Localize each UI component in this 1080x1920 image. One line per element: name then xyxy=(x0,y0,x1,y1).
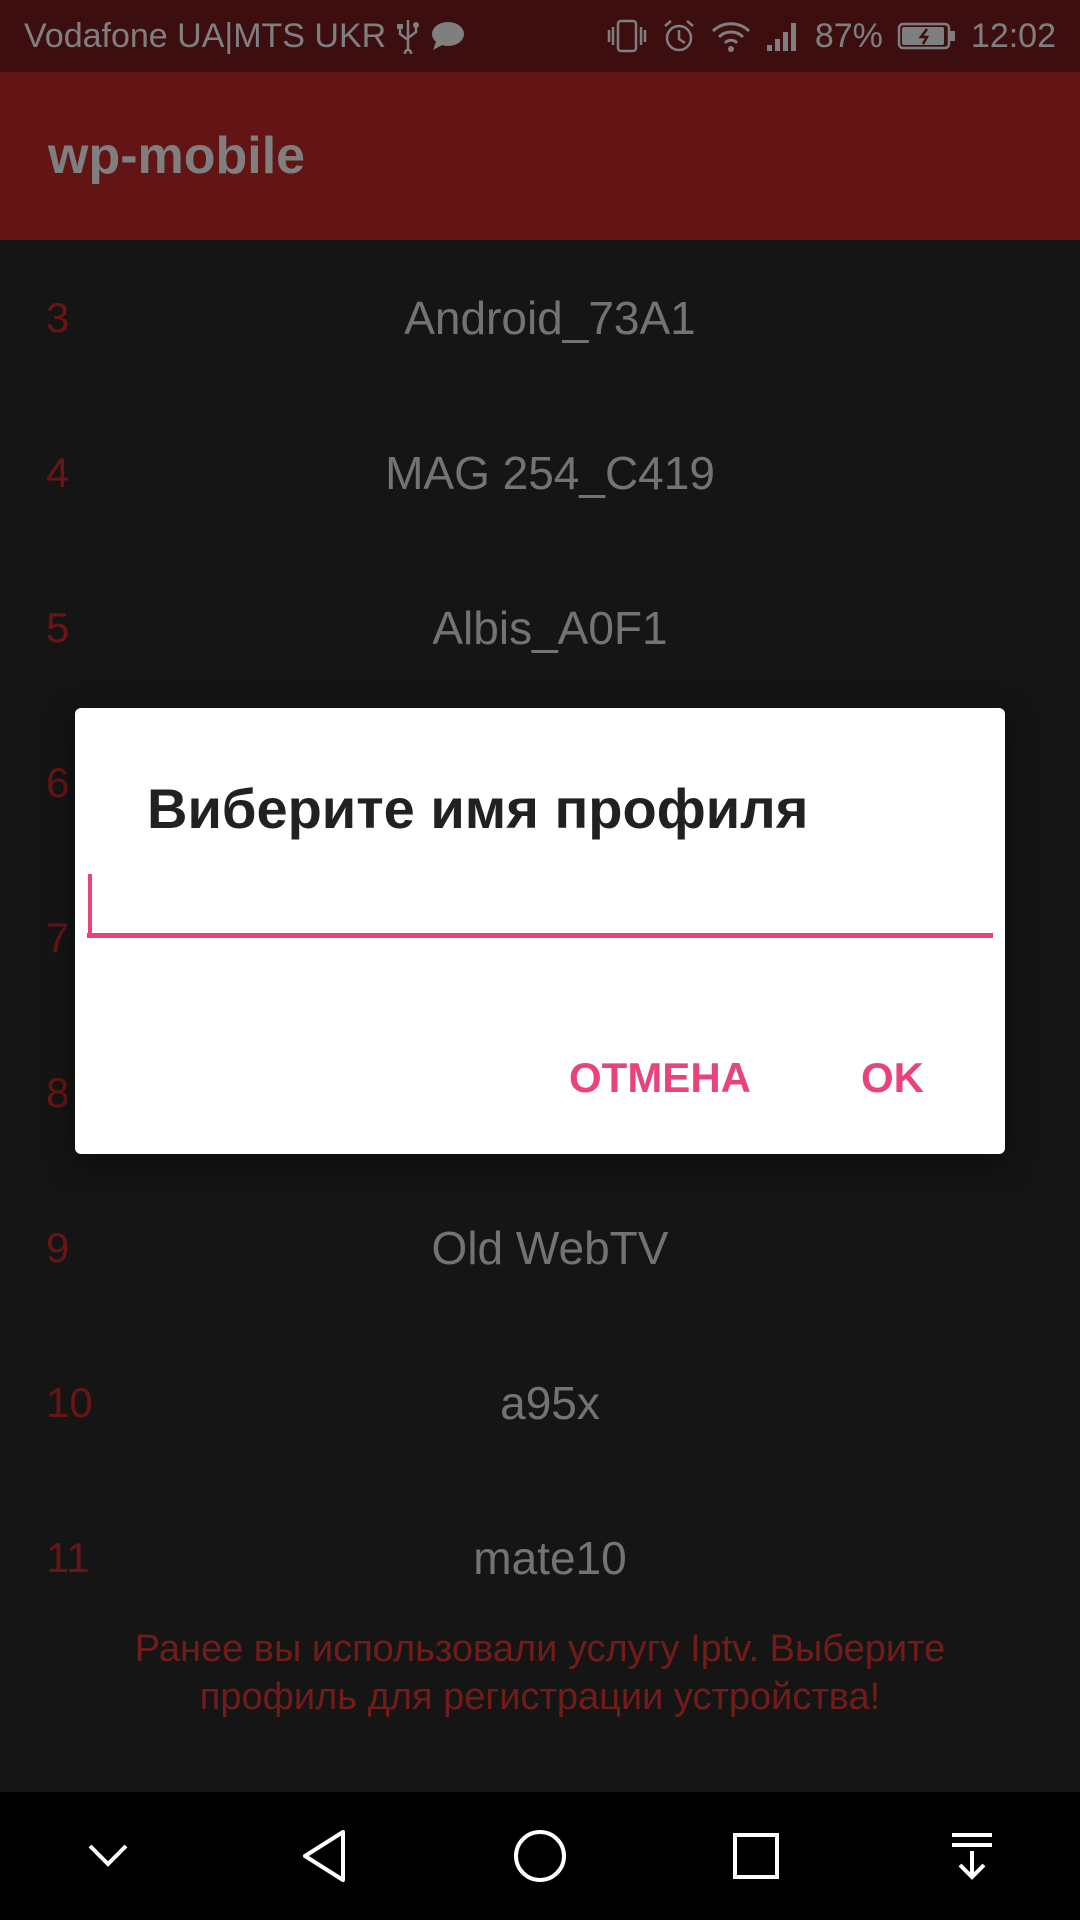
home-icon[interactable] xyxy=(480,1796,600,1916)
recents-icon[interactable] xyxy=(696,1796,816,1916)
ok-button[interactable]: OK xyxy=(841,1038,944,1118)
back-icon[interactable] xyxy=(264,1796,384,1916)
chevron-down-icon[interactable] xyxy=(48,1796,168,1916)
dialog-title: Виберите имя профиля xyxy=(147,777,809,840)
profile-name-dialog: Виберите имя профиля ОТМЕНА OK xyxy=(75,708,1005,1154)
cancel-button[interactable]: ОТМЕНА xyxy=(549,1038,771,1118)
navigation-bar xyxy=(0,1792,1080,1920)
profile-name-input[interactable] xyxy=(87,868,993,938)
notifications-pull-icon[interactable] xyxy=(912,1796,1032,1916)
screen: Vodafone UA|MTS UKR 87% xyxy=(0,0,1080,1920)
text-cursor xyxy=(88,874,92,936)
